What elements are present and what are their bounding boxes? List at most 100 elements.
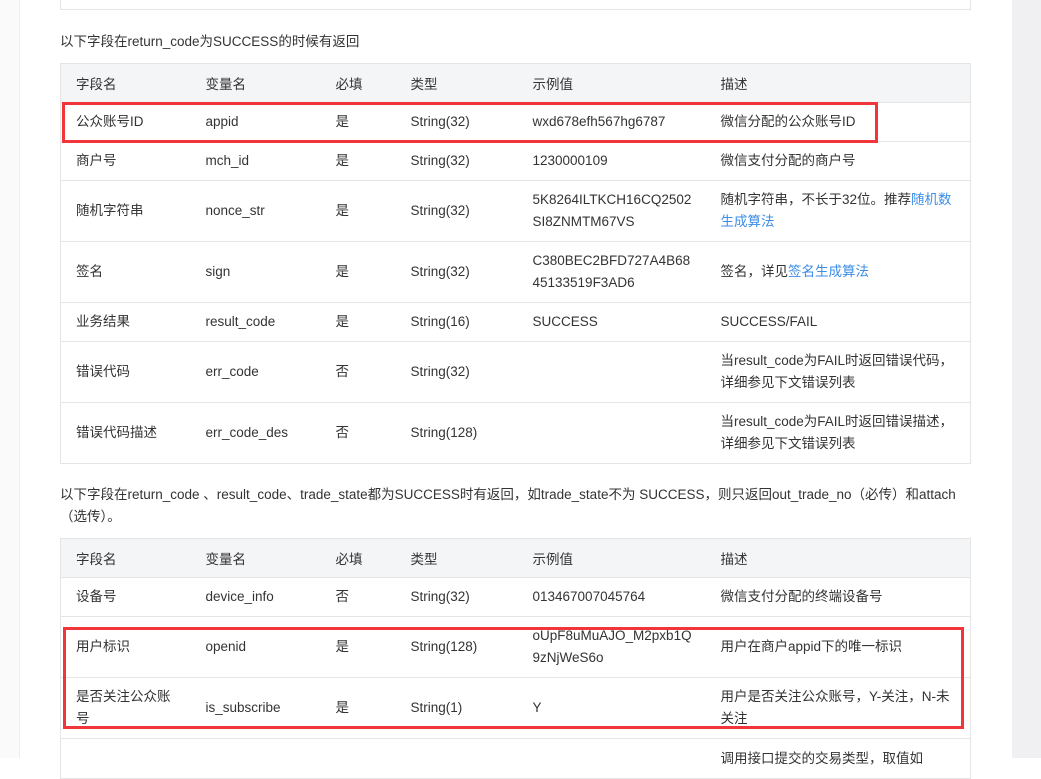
variable-cell-text: err_code bbox=[205, 364, 259, 379]
description-cell-text: 微信支付分配的终端设备号 bbox=[720, 589, 883, 604]
example-cell-text: 5K8264ILTKCH16CQ2502SI8ZNMTM67VS bbox=[532, 192, 692, 229]
field-name-cell: 商户号 bbox=[60, 141, 191, 181]
variable-cell: sign bbox=[190, 241, 321, 303]
field-name-cell: 设备号 bbox=[60, 577, 191, 617]
example-cell: 1230000109 bbox=[517, 141, 706, 181]
required-cell: 是 bbox=[320, 141, 396, 181]
left-gutter bbox=[0, 0, 20, 758]
header-variable: 变量名 bbox=[190, 63, 321, 103]
table-row: 随机字符串 nonce_str 是 String(32) 5K8264ILTKCH16C… bbox=[60, 180, 971, 242]
example-cell bbox=[517, 738, 706, 779]
description-cell: 调用接口提交的交易类型，取值如 bbox=[705, 738, 971, 779]
description-cell-text: 签名，详见 bbox=[720, 264, 789, 279]
highlight-box-appid bbox=[62, 102, 878, 143]
variable-cell bbox=[190, 738, 321, 779]
required-cell: 否 bbox=[320, 402, 396, 464]
type-cell-text: String(32) bbox=[410, 264, 470, 279]
type-cell: String(32) bbox=[395, 241, 518, 303]
variable-cell: err_code_des bbox=[190, 402, 321, 464]
required-cell-text: 否 bbox=[335, 364, 350, 379]
type-cell: String(32) bbox=[395, 577, 518, 617]
type-cell-text: String(32) bbox=[410, 364, 470, 379]
field-name-cell-text: 商户号 bbox=[76, 153, 117, 168]
description-cell-text: 调用接口提交的交易类型，取值如 bbox=[720, 750, 924, 766]
type-cell-text: String(16) bbox=[410, 314, 470, 329]
header-type: 类型 bbox=[395, 538, 518, 578]
required-cell: 是 bbox=[320, 302, 396, 342]
required-cell: 否 bbox=[320, 577, 396, 617]
example-cell: 013467007045764 bbox=[517, 577, 706, 617]
algorithm-link[interactable]: 签名生成算法 bbox=[788, 264, 869, 279]
variable-cell: mch_id bbox=[190, 141, 321, 181]
table-row: 调用接口提交的交易类型，取值如 bbox=[60, 738, 971, 779]
variable-cell-text: result_code bbox=[205, 314, 276, 329]
description-cell: 当result_code为FAIL时返回错误描述，详细参见下文错误列表 bbox=[705, 402, 971, 464]
type-cell-text: String(32) bbox=[410, 153, 470, 168]
description-cell-text: 当result_code为FAIL时返回错误描述，详细参见下文错误列表 bbox=[720, 414, 954, 451]
variable-cell-text: device_info bbox=[205, 589, 274, 604]
variable-cell-text: err_code_des bbox=[205, 425, 289, 440]
variable-cell-text: sign bbox=[205, 264, 231, 279]
required-cell: 是 bbox=[320, 180, 396, 242]
type-cell: String(32) bbox=[395, 341, 518, 403]
header-required: 必填 bbox=[320, 538, 396, 578]
table-row: 商户号 mch_id 是 String(32) 1230000109 微信支付分配的商户号 bbox=[60, 141, 971, 181]
scrollbar-track[interactable] bbox=[1012, 0, 1041, 758]
type-cell: String(32) bbox=[395, 180, 518, 242]
required-cell-text: 是 bbox=[335, 153, 350, 168]
description-cell: SUCCESS/FAIL bbox=[705, 302, 971, 342]
section-intro-2: 以下字段在return_code 、result_code、trade_stat… bbox=[60, 487, 956, 524]
description-cell-text: 微信支付分配的商户号 bbox=[720, 153, 856, 168]
type-cell: String(32) bbox=[395, 141, 518, 181]
description-cell-text: SUCCESS/FAIL bbox=[720, 314, 818, 329]
variable-cell: nonce_str bbox=[190, 180, 321, 242]
header-field-name: 字段名 bbox=[60, 538, 191, 578]
example-cell-text: SUCCESS bbox=[532, 314, 598, 329]
type-cell-text: String(32) bbox=[410, 203, 470, 218]
field-name-cell-text: 业务结果 bbox=[76, 314, 130, 329]
header-field-name: 字段名 bbox=[60, 63, 191, 103]
example-cell-text: C380BEC2BFD727A4B6845133519F3AD6 bbox=[532, 253, 691, 290]
header-variable: 变量名 bbox=[190, 538, 321, 578]
field-name-cell: 签名 bbox=[60, 241, 191, 303]
description-cell-text: 随机字符串，不长于32位。推荐 bbox=[720, 192, 912, 207]
required-cell-text: 否 bbox=[335, 589, 350, 604]
type-cell: String(128) bbox=[395, 402, 518, 464]
description-cell-text: 当result_code为FAIL时返回错误代码，详细参见下文错误列表 bbox=[720, 353, 954, 390]
variable-cell-text: nonce_str bbox=[205, 203, 265, 218]
type-cell-text: String(128) bbox=[410, 425, 478, 440]
required-cell bbox=[320, 738, 396, 779]
table-row: 业务结果 result_code 是 String(16) SUCCESS SUCCESS… bbox=[60, 302, 971, 342]
example-cell-text: 013467007045764 bbox=[532, 589, 646, 604]
required-cell: 否 bbox=[320, 341, 396, 403]
table-row: 签名 sign 是 String(32) C380BEC2BFD727A4B684513… bbox=[60, 241, 971, 303]
header-required: 必填 bbox=[320, 63, 396, 103]
description-cell: 微信支付分配的终端设备号 bbox=[705, 577, 971, 617]
header-example: 示例值 bbox=[517, 63, 706, 103]
header-example: 示例值 bbox=[517, 538, 706, 578]
type-cell-text: String(32) bbox=[410, 589, 470, 604]
example-cell bbox=[517, 402, 706, 464]
variable-cell: result_code bbox=[190, 302, 321, 342]
previous-table-bottom bbox=[60, 0, 971, 10]
example-cell: SUCCESS bbox=[517, 302, 706, 342]
table-row: 设备号 device_info 否 String(32) 013467007045764… bbox=[60, 577, 971, 617]
field-name-cell bbox=[60, 738, 191, 779]
description-cell: 签名，详见签名生成算法 bbox=[705, 241, 971, 303]
field-name-cell-text: 错误代码 bbox=[76, 364, 130, 379]
required-cell-text: 否 bbox=[335, 425, 350, 440]
description-cell: 随机字符串，不长于32位。推荐随机数生成算法 bbox=[705, 180, 971, 242]
field-name-cell: 业务结果 bbox=[60, 302, 191, 342]
description-cell: 微信支付分配的商户号 bbox=[705, 141, 971, 181]
header-description: 描述 bbox=[705, 538, 971, 578]
field-name-cell-text: 设备号 bbox=[76, 589, 117, 604]
table-row: 错误代码描述 err_code_des 否 String(128) 当result_co… bbox=[60, 402, 971, 464]
example-cell-text: 1230000109 bbox=[532, 153, 608, 168]
description-cell: 当result_code为FAIL时返回错误代码，详细参见下文错误列表 bbox=[705, 341, 971, 403]
required-cell-text: 是 bbox=[335, 203, 350, 218]
type-cell: String(16) bbox=[395, 302, 518, 342]
table-row: 错误代码 err_code 否 String(32) 当result_code为FAIL… bbox=[60, 341, 971, 403]
example-cell: 5K8264ILTKCH16CQ2502SI8ZNMTM67VS bbox=[517, 180, 706, 242]
header-type: 类型 bbox=[395, 63, 518, 103]
variable-cell: device_info bbox=[190, 577, 321, 617]
